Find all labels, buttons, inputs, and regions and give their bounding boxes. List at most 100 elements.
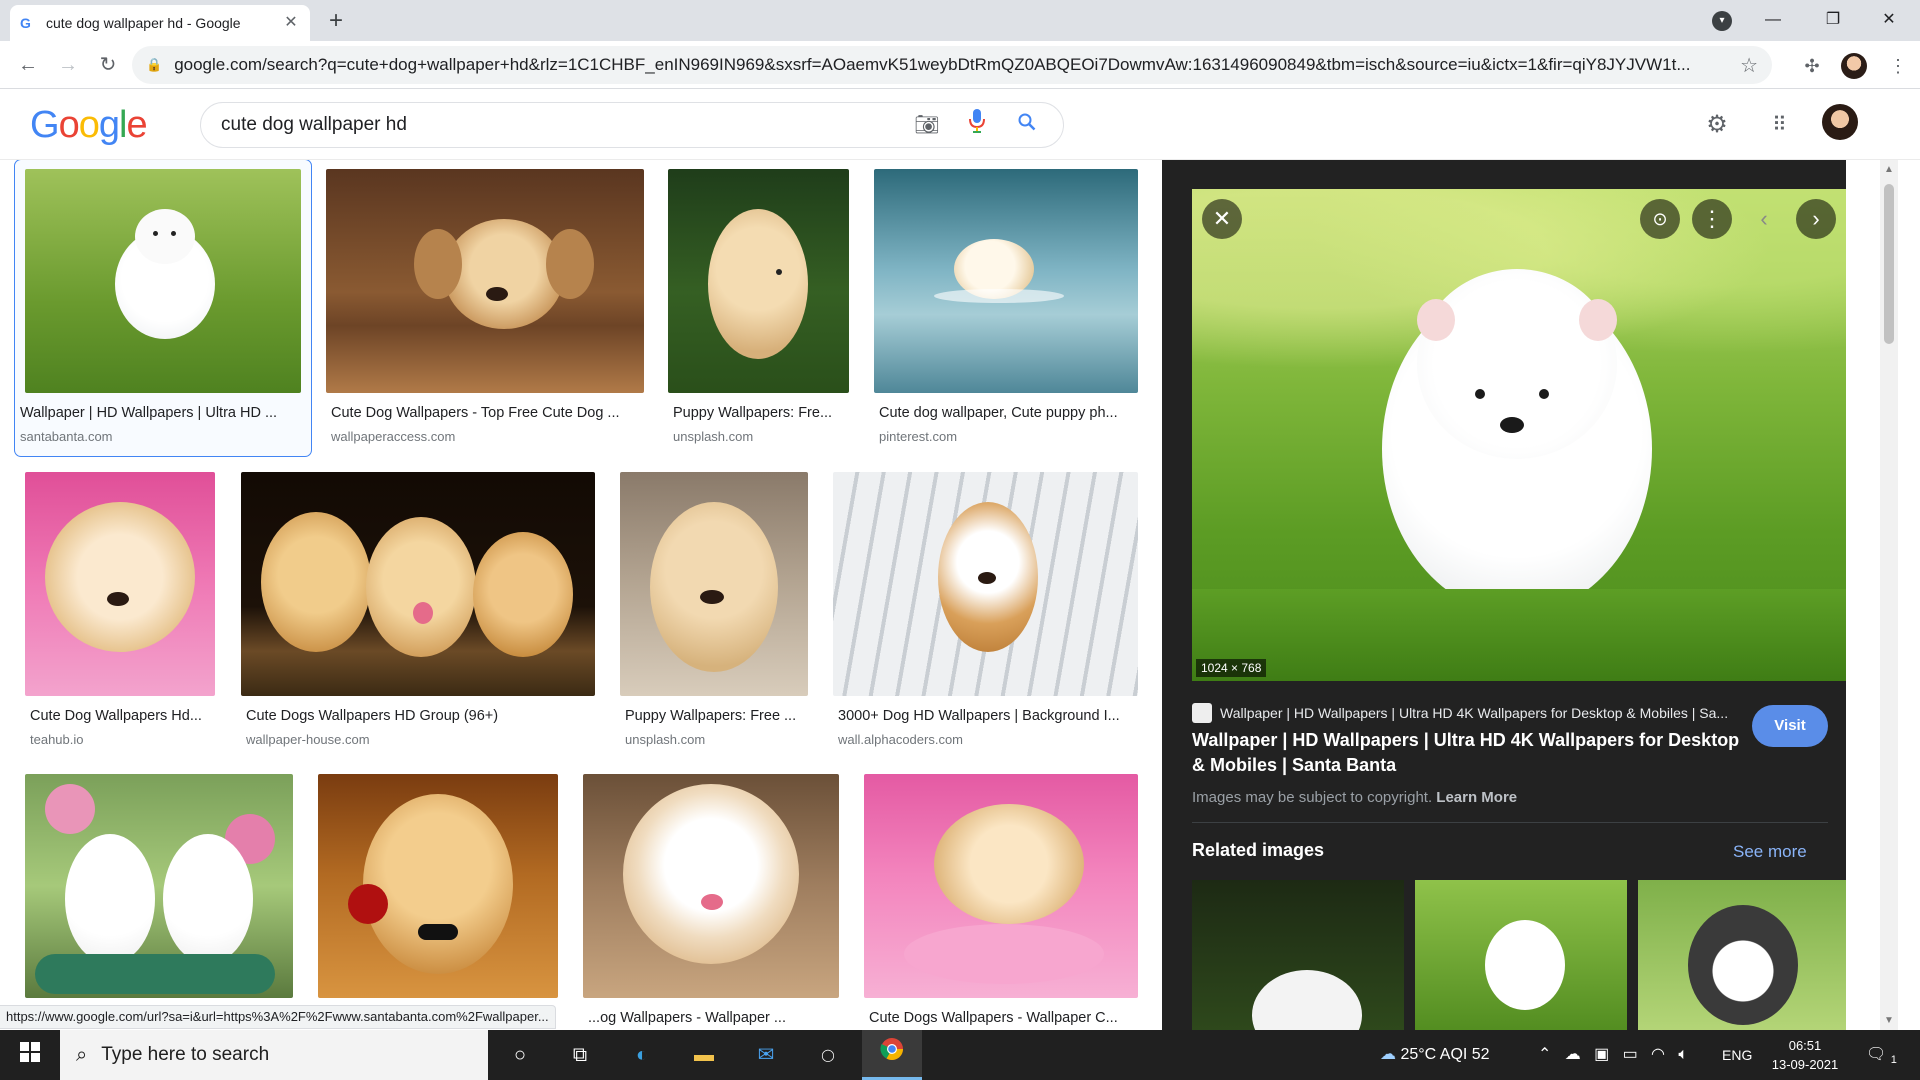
scroll-up-icon[interactable]: ▲ xyxy=(1884,164,1894,175)
result-card[interactable]: Wallpaper | HD Wallpapers | Ultra HD ...… xyxy=(14,160,312,457)
result-card[interactable]: ...og Wallpapers - Wallpaper ... xyxy=(583,774,839,1030)
result-thumbnail[interactable] xyxy=(668,169,849,393)
result-thumbnail[interactable] xyxy=(833,472,1138,696)
extensions-icon[interactable]: ✣ xyxy=(1800,54,1824,78)
preview-title[interactable]: Wallpaper | HD Wallpapers | Ultra HD 4K … xyxy=(1192,728,1752,778)
related-image[interactable] xyxy=(1415,880,1627,1030)
learn-more-link[interactable]: Learn More xyxy=(1436,789,1517,806)
preview-image[interactable]: ✕ ⊙ ⋮ ‹ › 1024 × 768 xyxy=(1192,189,1846,681)
result-card[interactable]: Cute dog wallpaper, Cute puppy ph... pin… xyxy=(874,169,1138,459)
back-icon[interactable]: ← xyxy=(12,49,44,81)
clock[interactable]: 06:51 13-09-2021 xyxy=(1760,1036,1850,1074)
weather-widget[interactable]: ☁ 25°C AQI 52 xyxy=(1380,1030,1490,1080)
result-card[interactable]: 3000+ Dog HD Wallpapers | Background I..… xyxy=(833,472,1138,762)
result-caption[interactable]: 3000+ Dog HD Wallpapers | Background I..… xyxy=(838,708,1138,724)
result-thumbnail[interactable] xyxy=(583,774,839,998)
scrollbar-thumb[interactable] xyxy=(1884,184,1894,344)
result-card[interactable]: Cute Dog Wallpapers - Top Free Cute Dog … xyxy=(326,169,644,459)
next-image-icon[interactable]: › xyxy=(1796,199,1836,239)
tray-icons[interactable]: ⌃ ☁ ▣ ▭ ◠ 🔈︎ xyxy=(1538,1030,1688,1080)
result-thumbnail[interactable] xyxy=(241,472,595,696)
result-caption[interactable]: Cute Dogs Wallpapers - Wallpaper C... xyxy=(869,1010,1137,1026)
result-caption[interactable]: Cute dog wallpaper, Cute puppy ph... xyxy=(879,405,1137,421)
result-card[interactable]: Puppy Wallpapers: Fre... unsplash.com xyxy=(668,169,849,459)
bookmark-star-icon[interactable]: ☆ xyxy=(1740,53,1758,78)
result-caption[interactable]: Cute Dog Wallpapers Hd... xyxy=(30,708,215,724)
mail-icon[interactable]: ✉ xyxy=(736,1030,796,1080)
logo-letter: l xyxy=(118,104,128,146)
wifi-icon[interactable]: ◠ xyxy=(1651,1046,1665,1063)
microphone-icon[interactable] xyxy=(961,109,993,141)
result-thumbnail[interactable] xyxy=(25,472,215,696)
browser-profile-avatar[interactable] xyxy=(1841,53,1867,79)
result-caption[interactable]: Cute Dogs Wallpapers HD Group (96+) xyxy=(246,708,594,724)
result-card[interactable]: Puppy Wallpapers: Free ... unsplash.com xyxy=(620,472,808,762)
result-thumbnail[interactable] xyxy=(864,774,1138,998)
result-thumbnail[interactable] xyxy=(874,169,1138,393)
google-logo[interactable]: Google xyxy=(30,104,148,147)
taskbar-search[interactable]: ⌕ Type here to search xyxy=(60,1030,488,1080)
preview-source-text[interactable]: Wallpaper | HD Wallpapers | Ultra HD 4K … xyxy=(1220,705,1728,721)
result-card[interactable] xyxy=(25,774,293,1030)
related-image[interactable] xyxy=(1192,880,1404,1030)
search-icon[interactable] xyxy=(1011,109,1043,141)
edge-icon[interactable]: ◐ xyxy=(612,1030,672,1080)
restore-button[interactable]: ❐ xyxy=(1810,4,1856,36)
taskbar-search-placeholder: Type here to search xyxy=(101,1044,270,1065)
file-explorer-icon[interactable]: ▬ xyxy=(674,1030,734,1080)
apps-grid-icon[interactable]: ⠿ xyxy=(1762,108,1796,142)
battery-icon[interactable]: ▭ xyxy=(1623,1046,1638,1063)
windows-start-icon[interactable] xyxy=(0,1030,60,1080)
task-view-icon[interactable]: ⧉ xyxy=(550,1030,610,1080)
tab-search-icon[interactable]: ▾ xyxy=(1712,11,1732,31)
result-thumbnail[interactable] xyxy=(318,774,558,998)
page-scrollbar[interactable]: ▲ ▼ xyxy=(1880,160,1898,1030)
result-caption[interactable]: ...og Wallpapers - Wallpaper ... xyxy=(588,1010,838,1026)
language-indicator[interactable]: ENG xyxy=(1722,1030,1752,1080)
result-thumbnail[interactable] xyxy=(620,472,808,696)
result-caption[interactable]: Puppy Wallpapers: Free ... xyxy=(625,708,807,724)
forward-icon[interactable]: → xyxy=(52,49,84,81)
scroll-down-icon[interactable]: ▼ xyxy=(1884,1015,1894,1026)
browser-tab[interactable]: G cute dog wallpaper hd - Google ✕ xyxy=(10,5,310,41)
close-window-button[interactable]: ✕ xyxy=(1866,4,1912,36)
chevron-up-icon[interactable]: ⌃ xyxy=(1538,1046,1551,1063)
visit-button[interactable]: Visit xyxy=(1752,705,1828,747)
search-input[interactable]: cute dog wallpaper hd xyxy=(221,114,893,136)
account-avatar[interactable] xyxy=(1822,104,1858,140)
onedrive-icon[interactable]: ☁ xyxy=(1565,1046,1581,1063)
see-more-link[interactable]: See more xyxy=(1733,842,1807,862)
result-thumbnail[interactable] xyxy=(326,169,644,393)
chrome-icon[interactable] xyxy=(862,1030,922,1080)
close-tab-icon[interactable]: ✕ xyxy=(282,14,300,32)
settings-gear-icon[interactable]: ⚙ xyxy=(1700,108,1734,142)
result-thumbnail[interactable] xyxy=(25,774,293,998)
preview-source-line[interactable]: Wallpaper | HD Wallpapers | Ultra HD 4K … xyxy=(1192,703,1752,723)
result-thumbnail[interactable] xyxy=(25,169,301,393)
result-caption[interactable]: Wallpaper | HD Wallpapers | Ultra HD ... xyxy=(20,405,300,421)
volume-icon[interactable]: 🔈︎ xyxy=(1678,1046,1688,1063)
result-caption[interactable]: Cute Dog Wallpapers - Top Free Cute Dog … xyxy=(331,405,641,421)
lock-icon[interactable]: 🔒 xyxy=(146,57,162,73)
camera-icon[interactable]: 📷︎ xyxy=(911,109,943,141)
result-card[interactable]: Cute Dogs Wallpapers HD Group (96+) wall… xyxy=(241,472,595,762)
result-card[interactable] xyxy=(318,774,558,1030)
meet-now-icon[interactable]: ▣ xyxy=(1594,1046,1609,1063)
close-preview-icon[interactable]: ✕ xyxy=(1202,199,1242,239)
lens-icon[interactable]: ⊙ xyxy=(1640,199,1680,239)
dell-icon[interactable]: ◯ xyxy=(798,1030,858,1080)
related-image[interactable] xyxy=(1638,880,1846,1030)
previous-image-icon[interactable]: ‹ xyxy=(1744,199,1784,239)
result-card[interactable]: Cute Dogs Wallpapers - Wallpaper C... xyxy=(864,774,1138,1030)
cortana-icon[interactable]: ○ xyxy=(490,1030,550,1080)
new-tab-button[interactable]: + xyxy=(322,8,350,36)
result-card[interactable]: Cute Dog Wallpapers Hd... teahub.io xyxy=(25,472,215,762)
search-box[interactable]: cute dog wallpaper hd 📷︎ xyxy=(200,102,1064,148)
more-options-icon[interactable]: ⋮ xyxy=(1692,199,1732,239)
minimize-button[interactable]: — xyxy=(1750,4,1796,36)
reload-icon[interactable]: ↻ xyxy=(92,49,124,81)
address-bar[interactable]: 🔒 google.com/search?q=cute+dog+wallpaper… xyxy=(132,46,1772,84)
browser-menu-icon[interactable]: ⋮ xyxy=(1886,54,1910,78)
result-caption[interactable]: Puppy Wallpapers: Fre... xyxy=(673,405,848,421)
notification-center[interactable]: 🗨︎ 1 xyxy=(1866,1030,1897,1080)
